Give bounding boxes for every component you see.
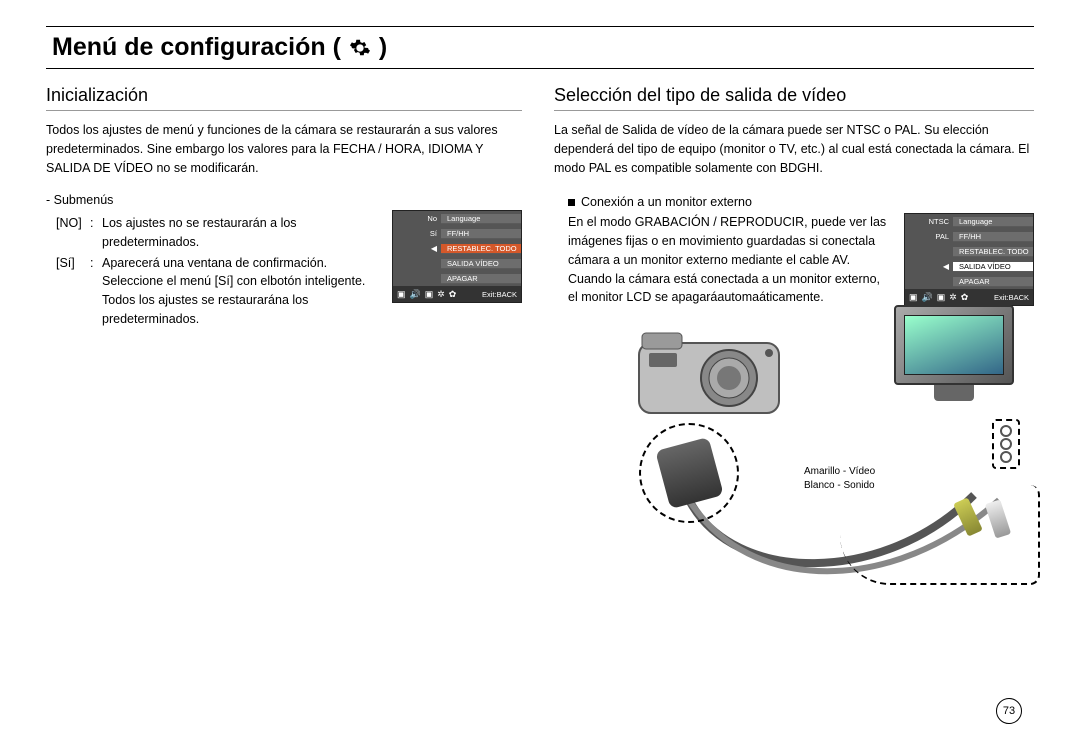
left-detail-row: [NO] : Los ajustes no se restaurarán a l… <box>46 210 522 331</box>
gear-small-icon: ✿ <box>961 292 969 303</box>
definition-list: [NO] : Los ajustes no se restaurarán a l… <box>46 210 380 331</box>
left-paragraph: Todos los ajustes de menú y funciones de… <box>46 121 522 177</box>
arrow-left-icon: ◀ <box>393 244 441 253</box>
av-jack-icon <box>1000 451 1012 463</box>
page-title: Menú de configuración ( ) <box>46 27 1034 66</box>
camera-illustration <box>634 325 784 425</box>
lcd-bottom-bar: ▣ 🔊 ▣ ✲ ✿ Exit:BACK <box>905 289 1033 305</box>
content-columns: Inicialización Todos los ajustes de menú… <box>46 79 1034 585</box>
right-column: Selección del tipo de salida de vídeo La… <box>554 79 1034 585</box>
dashed-callout-cable <box>840 485 1040 585</box>
connection-diagram: Amarillo - Vídeo Blanco - Sonido <box>554 325 1034 585</box>
camera-icon: ▣ <box>909 292 918 303</box>
camera-lcd-screenshot-video: NTSCLanguage PALFF/HH RESTABLEC. TODO ◀S… <box>904 213 1034 306</box>
cable-color-labels: Amarillo - Vídeo Blanco - Sonido <box>804 465 875 493</box>
dots-icon: ✲ <box>437 289 445 300</box>
sound-icon: 🔊 <box>410 289 421 300</box>
page-number: 73 <box>996 698 1022 724</box>
av-jack-icon <box>1000 438 1012 450</box>
right-heading: Selección del tipo de salida de vídeo <box>554 79 1034 111</box>
def-key-si: [Sí] <box>56 254 90 329</box>
title-prefix: Menú de configuración ( <box>52 33 341 62</box>
gear-icon <box>349 37 371 59</box>
play-icon: ▣ <box>937 292 946 303</box>
square-bullet-icon <box>568 199 575 206</box>
right-detail-row: En el modo GRABACIÓN / REPRODUCIR, puede… <box>554 213 1034 307</box>
lcd-bottom-bar: ▣ 🔊 ▣ ✲ ✿ Exit:BACK <box>393 286 521 302</box>
monitor-illustration <box>894 305 1014 415</box>
list-item: [NO] : Los ajustes no se restaurarán a l… <box>56 214 380 252</box>
def-key-no: [NO] <box>56 214 90 252</box>
left-column: Inicialización Todos los ajustes de menú… <box>46 79 522 585</box>
list-item: [Sí] : Aparecerá una ventana de confirma… <box>56 254 380 329</box>
title-suffix: ) <box>379 33 387 62</box>
rule-bottom <box>46 68 1034 69</box>
monitor-av-inputs <box>992 419 1020 469</box>
arrow-left-icon: ◀ <box>905 262 953 271</box>
right-paragraph: La señal de Salida de vídeo de la cámara… <box>554 121 1034 177</box>
left-heading: Inicialización <box>46 79 522 111</box>
camera-lcd-screenshot-reset: NoLanguage SíFF/HH ◀RESTABLEC. TODO SALI… <box>392 210 522 303</box>
right-paragraph-2: En el modo GRABACIÓN / REPRODUCIR, puede… <box>554 213 892 307</box>
camera-icon: ▣ <box>397 289 406 300</box>
gear-small-icon: ✿ <box>449 289 457 300</box>
submenus-label: - Submenús <box>46 191 522 210</box>
av-jack-icon <box>1000 425 1012 437</box>
dots-icon: ✲ <box>949 292 957 303</box>
manual-page: Menú de configuración ( ) Inicialización… <box>0 0 1080 746</box>
bullet-heading: Conexión a un monitor externo <box>568 195 1034 209</box>
sound-icon: 🔊 <box>922 292 933 303</box>
play-icon: ▣ <box>425 289 434 300</box>
